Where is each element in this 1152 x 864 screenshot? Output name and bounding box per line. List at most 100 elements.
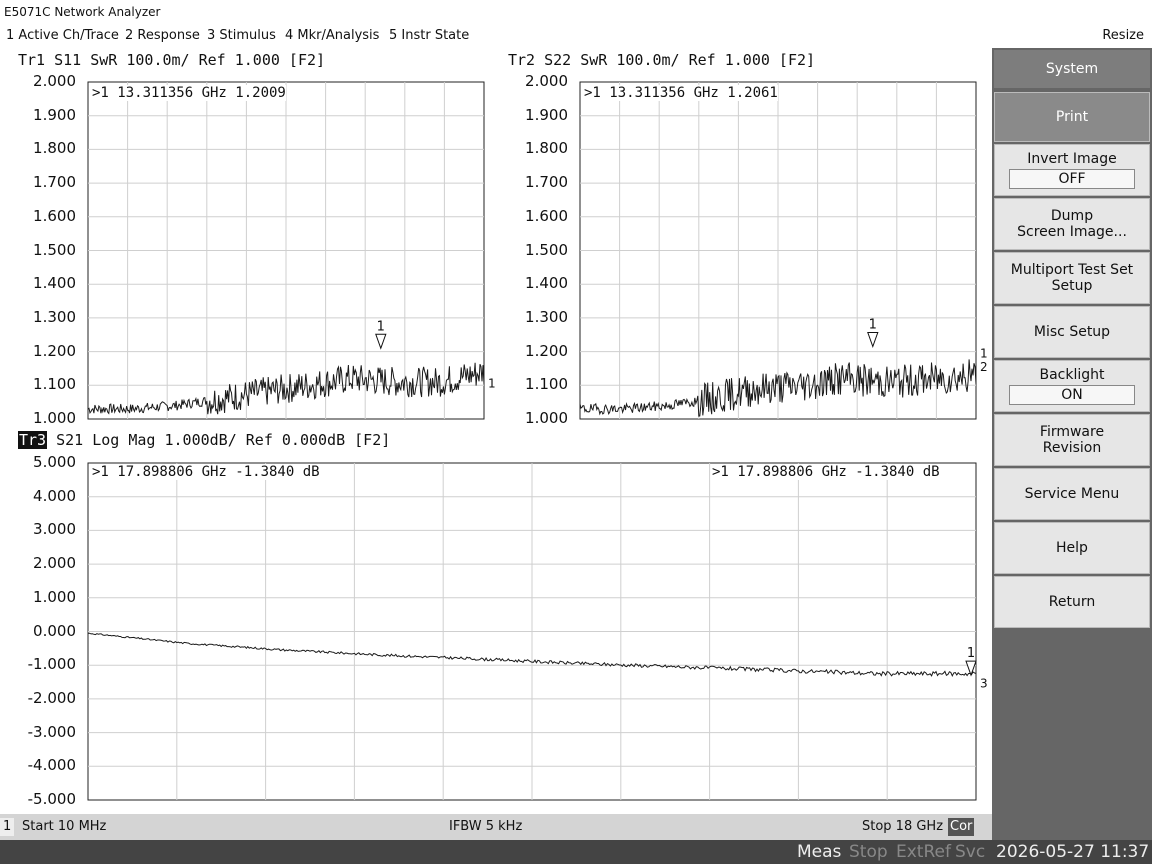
stop-indicator: Stop	[849, 842, 888, 862]
tr2-y-tick-label: 1.400	[525, 274, 568, 293]
resize-button[interactable]: Resize	[1102, 24, 1144, 48]
tr2-y-tick-label: 1.500	[525, 240, 568, 259]
misc-setup-label: Misc Setup	[1033, 324, 1111, 340]
trace-end-label: 3	[980, 677, 988, 691]
invert-image-label: Invert Image	[1027, 151, 1117, 167]
status-bar: 1 Start 10 MHz IFBW 5 kHz Stop 18 GHz Co…	[0, 814, 992, 840]
tr1-header-text: S11 SwR 100.0m/ Ref 1.000 [F2]	[54, 51, 326, 69]
multiport-label-line1: Multiport Test Set	[1010, 262, 1134, 278]
tr2-y-tick-label: 1.700	[525, 173, 568, 192]
start-frequency[interactable]: Start 10 MHz	[22, 814, 106, 840]
tr1-header: Tr1 S11 SwR 100.0m/ Ref 1.000 [F2]	[18, 51, 325, 69]
tr2-header: Tr2 S22 SwR 100.0m/ Ref 1.000 [F2]	[508, 51, 815, 69]
backlight-label: Backlight	[1039, 367, 1105, 383]
tr1-y-tick-label: 1.400	[33, 274, 76, 293]
marker-number: 1	[869, 318, 877, 333]
tr1-y-tick-label: 1.100	[33, 375, 76, 394]
tr3-header-text: S21 Log Mag 1.000dB/ Ref 0.000dB [F2]	[56, 431, 391, 449]
tr1-y-tick-label: 1.000	[33, 409, 76, 427]
tr3-y-tick-label: -1.000	[27, 655, 76, 674]
tr2-y-tick-label: 1.200	[525, 341, 568, 360]
tr1-y-tick-label: 2.000	[33, 72, 76, 90]
tr2-y-tick-label: 1.100	[525, 375, 568, 394]
marker-number: 1	[377, 319, 385, 334]
tr3-header: Tr3 S21 Log Mag 1.000dB/ Ref 0.000dB [F2…	[18, 431, 390, 449]
tr1-y-tick-label: 1.700	[33, 173, 76, 192]
extref-indicator: ExtRef	[896, 842, 951, 862]
print-label: Print	[1055, 109, 1089, 125]
menu-active-ch-trace[interactable]: 1 Active Ch/Trace	[6, 24, 119, 48]
window-titlebar: E5071C Network Analyzer	[0, 0, 1152, 24]
tr3-y-tick-label: 1.000	[33, 587, 76, 606]
tr2-y-tick-label: 1.800	[525, 139, 568, 158]
tr2-marker-readout: >1 13.311356 GHz 1.2061	[584, 85, 778, 101]
date-time: 2026-05-27 11:37	[996, 842, 1150, 862]
window-title: E5071C Network Analyzer	[4, 5, 161, 19]
tr3-marker-readout-left: >1 17.898806 GHz -1.3840 dB	[92, 464, 320, 480]
service-menu-button[interactable]: Service Menu	[994, 468, 1150, 520]
tr3-y-tick-label: 5.000	[33, 453, 76, 471]
misc-setup-button[interactable]: Misc Setup	[994, 306, 1150, 358]
tr3-plot[interactable]: 13	[87, 462, 988, 801]
tr1-y-tick-label: 1.500	[33, 240, 76, 259]
instrument-status-bar: Meas Stop ExtRef Svc 2026-05-27 11:37	[0, 840, 1152, 864]
tr2-plot[interactable]: 112	[579, 81, 988, 420]
tr3-y-tick-label: 2.000	[33, 554, 76, 573]
tr2-y-tick-label: 2.000	[525, 72, 568, 90]
softkey-header: System	[994, 50, 1150, 88]
return-label: Return	[1048, 594, 1096, 610]
softkey-panel: System Print Invert Image OFF Dump Scree…	[992, 48, 1152, 840]
invert-image-button[interactable]: Invert Image OFF	[994, 144, 1150, 196]
softkey-header-label: System	[1045, 61, 1099, 77]
tr1-marker-readout: >1 13.311356 GHz 1.2009	[92, 85, 286, 101]
svc-indicator: Svc	[955, 842, 986, 862]
menu-instr-state[interactable]: 5 Instr State	[389, 24, 469, 48]
trace-end-label: 2	[980, 360, 988, 374]
stop-frequency[interactable]: Stop 18 GHz	[862, 814, 943, 840]
menu-response[interactable]: 2 Response	[125, 24, 200, 48]
tr3-label[interactable]: Tr3	[18, 431, 48, 449]
backlight-value: ON	[1009, 385, 1135, 405]
print-button[interactable]: Print	[994, 92, 1150, 142]
trace-end-label: 1	[488, 377, 496, 391]
backlight-button[interactable]: Backlight ON	[994, 360, 1150, 412]
correction-badge: Cor	[948, 818, 975, 836]
tr3-y-tick-label: -5.000	[27, 790, 76, 808]
tr2-y-tick-label: 1.300	[525, 307, 568, 326]
menu-mkr-analysis[interactable]: 4 Mkr/Analysis	[285, 24, 379, 48]
help-label: Help	[1056, 540, 1088, 556]
multiport-test-set-setup-button[interactable]: Multiport Test Set Setup	[994, 252, 1150, 304]
tr1-y-tick-label: 1.300	[33, 307, 76, 326]
channel-index[interactable]: 1	[0, 818, 15, 836]
tr1-label[interactable]: Tr1	[18, 51, 45, 69]
tr1-y-tick-label: 1.800	[33, 139, 76, 158]
tr2-y-tick-label: 1.000	[525, 409, 568, 427]
firmware-revision-button[interactable]: Firmware Revision	[994, 414, 1150, 466]
tr3-y-tick-label: 4.000	[33, 486, 76, 505]
firmware-label-line2: Revision	[1042, 440, 1102, 456]
firmware-label-line1: Firmware	[1039, 424, 1105, 440]
tr1-y-tick-label: 1.200	[33, 341, 76, 360]
menu-stimulus[interactable]: 3 Stimulus	[207, 24, 276, 48]
service-menu-label: Service Menu	[1024, 486, 1120, 502]
multiport-label-line2: Setup	[1051, 278, 1093, 294]
dump-screen-image-button[interactable]: Dump Screen Image...	[994, 198, 1150, 250]
dump-label-line1: Dump	[1050, 208, 1094, 224]
menu-bar: 1 Active Ch/Trace 2 Response 3 Stimulus …	[0, 24, 1152, 48]
tr2-label[interactable]: Tr2	[508, 51, 535, 69]
meas-indicator: Meas	[797, 842, 842, 862]
tr1-y-tick-label: 1.600	[33, 206, 76, 225]
tr3-marker-readout-right: >1 17.898806 GHz -1.3840 dB	[712, 464, 940, 480]
invert-image-value: OFF	[1009, 169, 1135, 189]
tr1-plot[interactable]: 11	[87, 81, 496, 420]
tr3-y-tick-label: 0.000	[33, 621, 76, 640]
help-button[interactable]: Help	[994, 522, 1150, 574]
return-button[interactable]: Return	[994, 576, 1150, 628]
tr3-y-tick-label: -2.000	[27, 688, 76, 707]
dump-label-line2: Screen Image...	[1017, 224, 1127, 240]
tr3-y-tick-label: 3.000	[33, 520, 76, 539]
tr3-y-tick-label: -4.000	[27, 756, 76, 775]
marker-number: 1	[967, 646, 975, 661]
ifbw-value[interactable]: IFBW 5 kHz	[449, 814, 522, 840]
measurement-panel: Tr1 S11 SwR 100.0m/ Ref 1.000 [F2] Tr2 S…	[0, 48, 990, 814]
